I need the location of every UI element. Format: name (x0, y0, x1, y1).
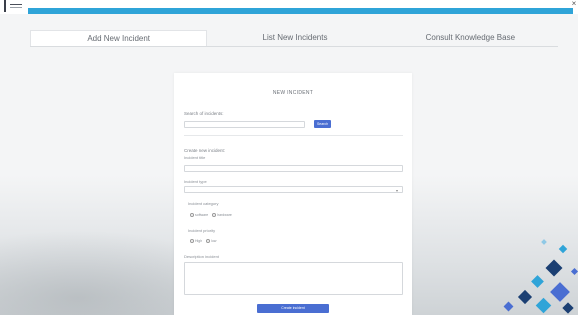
incident-type-select[interactable]: ▾ (184, 186, 403, 193)
app-logo[interactable] (0, 0, 28, 14)
category-option-hardware[interactable]: hardware (212, 213, 232, 218)
tab-consult-knowledge-base[interactable]: Consult Knowledge Base (383, 30, 558, 46)
chevron-down-icon: ▾ (395, 188, 398, 193)
description-label: Description incident (184, 254, 219, 259)
radio-icon (206, 239, 211, 244)
incident-priority-label: Incident priority (188, 228, 216, 233)
priority-option-high[interactable]: High (190, 239, 202, 244)
new-incident-card: NEW INCIDENT Search of incidents: Search… (174, 73, 412, 315)
create-incident-button[interactable]: Create incident (257, 304, 329, 313)
search-label: Search of incidents: (184, 111, 224, 116)
radio-icon (190, 213, 194, 218)
incident-category-label: Incident category (188, 201, 219, 206)
description-textarea[interactable] (184, 262, 403, 295)
incident-priority-options: High low (190, 239, 216, 244)
category-option-software[interactable]: software (190, 213, 208, 218)
form-title: NEW INCIDENT (272, 90, 314, 96)
priority-option-low[interactable]: low (206, 239, 216, 244)
incident-title-input[interactable] (184, 165, 403, 172)
incident-title-label: Incident title (184, 155, 206, 160)
close-icon[interactable]: × (570, 0, 578, 8)
tab-bar: Add New Incident List New Incidents Cons… (30, 30, 558, 47)
incident-category-options: software hardware (190, 213, 232, 218)
divider (184, 135, 403, 136)
incident-type-label: Incident type (184, 179, 207, 184)
search-input[interactable] (184, 121, 305, 128)
tab-list-new-incidents[interactable]: List New Incidents (207, 30, 382, 46)
search-button[interactable]: Search (314, 120, 331, 128)
create-heading: Create new incident: (184, 148, 226, 153)
top-accent-bar (0, 8, 573, 14)
tab-add-new-incident[interactable]: Add New Incident (30, 30, 208, 46)
radio-icon (212, 213, 217, 218)
radio-icon (190, 239, 194, 244)
